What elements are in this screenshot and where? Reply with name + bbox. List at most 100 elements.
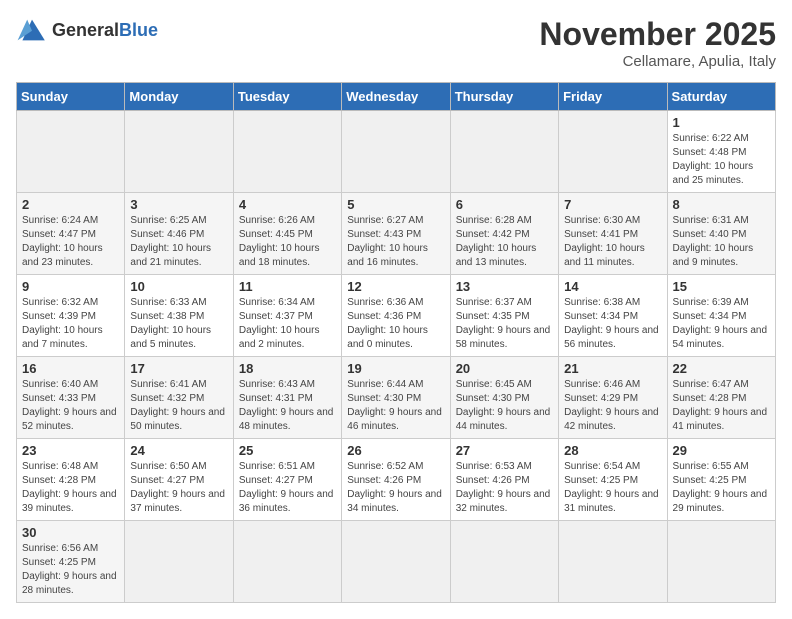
calendar-day-cell: 10 Sunrise: 6:33 AM Sunset: 4:38 PM Dayli… [125, 275, 233, 357]
calendar-day-cell: 29 Sunrise: 6:55 AM Sunset: 4:25 PM Dayli… [667, 439, 775, 521]
logo-text: GeneralBlue [52, 20, 158, 41]
calendar-day-cell [559, 111, 667, 193]
generalblue-logo-icon [16, 16, 48, 44]
day-number: 1 [673, 115, 770, 130]
day-info: Sunrise: 6:45 AM Sunset: 4:30 PM Dayligh… [456, 378, 553, 434]
calendar-week-row: 1Sunrise: 6:22 AM Sunset: 4:48 PM Daylig… [17, 111, 776, 193]
day-number: 9 [22, 279, 119, 294]
day-info: Sunrise: 6:51 AM Sunset: 4:27 PM Dayligh… [239, 460, 336, 516]
weekday-header-sunday: Sunday [17, 83, 125, 111]
day-number: 27 [456, 443, 553, 458]
day-info: Sunrise: 6:36 AM Sunset: 4:36 PM Dayligh… [347, 296, 444, 352]
calendar-day-cell: 11 Sunrise: 6:34 AM Sunset: 4:37 PM Dayli… [233, 275, 341, 357]
day-info: Sunrise: 6:28 AM Sunset: 4:42 PM Dayligh… [456, 214, 553, 270]
calendar-day-cell: 9 Sunrise: 6:32 AM Sunset: 4:39 PM Daylig… [17, 275, 125, 357]
calendar-day-cell: 26Sunrise: 6:52 AM Sunset: 4:26 PM Dayli… [342, 439, 450, 521]
weekday-header-saturday: Saturday [667, 83, 775, 111]
day-info: Sunrise: 6:33 AM Sunset: 4:38 PM Dayligh… [130, 296, 227, 352]
calendar-day-cell [233, 521, 341, 603]
calendar-day-cell: 15Sunrise: 6:39 AM Sunset: 4:34 PM Dayli… [667, 275, 775, 357]
calendar-day-cell [450, 521, 558, 603]
day-number: 5 [347, 197, 444, 212]
calendar-day-cell: 23 Sunrise: 6:48 AM Sunset: 4:28 PM Dayli… [17, 439, 125, 521]
calendar-day-cell: 2Sunrise: 6:24 AM Sunset: 4:47 PM Daylig… [17, 193, 125, 275]
weekday-header-wednesday: Wednesday [342, 83, 450, 111]
day-info: Sunrise: 6:25 AM Sunset: 4:46 PM Dayligh… [130, 214, 227, 270]
calendar-day-cell: 18 Sunrise: 6:43 AM Sunset: 4:31 PM Dayli… [233, 357, 341, 439]
calendar-day-cell: 1Sunrise: 6:22 AM Sunset: 4:48 PM Daylig… [667, 111, 775, 193]
calendar-day-cell [125, 111, 233, 193]
day-info: Sunrise: 6:26 AM Sunset: 4:45 PM Dayligh… [239, 214, 336, 270]
calendar-day-cell [667, 521, 775, 603]
month-year-title: November 2025 [539, 16, 776, 53]
calendar-week-row: 23 Sunrise: 6:48 AM Sunset: 4:28 PM Dayli… [17, 439, 776, 521]
day-number: 24 [130, 443, 227, 458]
day-info: Sunrise: 6:52 AM Sunset: 4:26 PM Dayligh… [347, 460, 444, 516]
calendar-day-cell: 16 Sunrise: 6:40 AM Sunset: 4:33 PM Dayli… [17, 357, 125, 439]
day-info: Sunrise: 6:37 AM Sunset: 4:35 PM Dayligh… [456, 296, 553, 352]
day-number: 28 [564, 443, 661, 458]
calendar-day-cell: 5 Sunrise: 6:27 AM Sunset: 4:43 PM Daylig… [342, 193, 450, 275]
calendar-day-cell: 27 Sunrise: 6:53 AM Sunset: 4:26 PM Dayli… [450, 439, 558, 521]
day-number: 16 [22, 361, 119, 376]
calendar-day-cell: 3Sunrise: 6:25 AM Sunset: 4:46 PM Daylig… [125, 193, 233, 275]
day-number: 7 [564, 197, 661, 212]
header-section: GeneralBlue November 2025 Cellamare, Apu… [16, 16, 776, 70]
day-number: 29 [673, 443, 770, 458]
calendar-day-cell: 30Sunrise: 6:56 AM Sunset: 4:25 PM Dayli… [17, 521, 125, 603]
calendar-day-cell: 24 Sunrise: 6:50 AM Sunset: 4:27 PM Dayli… [125, 439, 233, 521]
calendar-week-row: 9 Sunrise: 6:32 AM Sunset: 4:39 PM Daylig… [17, 275, 776, 357]
day-info: Sunrise: 6:24 AM Sunset: 4:47 PM Dayligh… [22, 214, 119, 270]
day-info: Sunrise: 6:48 AM Sunset: 4:28 PM Dayligh… [22, 460, 119, 516]
calendar-week-row: 16 Sunrise: 6:40 AM Sunset: 4:33 PM Dayli… [17, 357, 776, 439]
calendar-day-cell: 12Sunrise: 6:36 AM Sunset: 4:36 PM Dayli… [342, 275, 450, 357]
day-info: Sunrise: 6:53 AM Sunset: 4:26 PM Dayligh… [456, 460, 553, 516]
day-info: Sunrise: 6:30 AM Sunset: 4:41 PM Dayligh… [564, 214, 661, 270]
day-info: Sunrise: 6:38 AM Sunset: 4:34 PM Dayligh… [564, 296, 661, 352]
weekday-header-friday: Friday [559, 83, 667, 111]
weekday-header-row: SundayMondayTuesdayWednesdayThursdayFrid… [17, 83, 776, 111]
weekday-header-thursday: Thursday [450, 83, 558, 111]
day-info: Sunrise: 6:41 AM Sunset: 4:32 PM Dayligh… [130, 378, 227, 434]
calendar-week-row: 2Sunrise: 6:24 AM Sunset: 4:47 PM Daylig… [17, 193, 776, 275]
day-number: 22 [673, 361, 770, 376]
weekday-header-tuesday: Tuesday [233, 83, 341, 111]
calendar-day-cell: 8Sunrise: 6:31 AM Sunset: 4:40 PM Daylig… [667, 193, 775, 275]
day-number: 17 [130, 361, 227, 376]
day-number: 19 [347, 361, 444, 376]
day-info: Sunrise: 6:31 AM Sunset: 4:40 PM Dayligh… [673, 214, 770, 270]
day-number: 20 [456, 361, 553, 376]
calendar-day-cell [17, 111, 125, 193]
day-info: Sunrise: 6:32 AM Sunset: 4:39 PM Dayligh… [22, 296, 119, 352]
day-info: Sunrise: 6:39 AM Sunset: 4:34 PM Dayligh… [673, 296, 770, 352]
logo-area: GeneralBlue [16, 16, 158, 44]
day-number: 18 [239, 361, 336, 376]
day-info: Sunrise: 6:50 AM Sunset: 4:27 PM Dayligh… [130, 460, 227, 516]
day-info: Sunrise: 6:54 AM Sunset: 4:25 PM Dayligh… [564, 460, 661, 516]
day-number: 14 [564, 279, 661, 294]
calendar-day-cell [342, 111, 450, 193]
day-number: 23 [22, 443, 119, 458]
day-info: Sunrise: 6:34 AM Sunset: 4:37 PM Dayligh… [239, 296, 336, 352]
calendar-day-cell [233, 111, 341, 193]
weekday-header-monday: Monday [125, 83, 233, 111]
day-number: 21 [564, 361, 661, 376]
calendar-day-cell: 4Sunrise: 6:26 AM Sunset: 4:45 PM Daylig… [233, 193, 341, 275]
day-number: 13 [456, 279, 553, 294]
calendar-day-cell: 19Sunrise: 6:44 AM Sunset: 4:30 PM Dayli… [342, 357, 450, 439]
day-number: 11 [239, 279, 336, 294]
calendar-day-cell: 7 Sunrise: 6:30 AM Sunset: 4:41 PM Daylig… [559, 193, 667, 275]
calendar-day-cell: 21Sunrise: 6:46 AM Sunset: 4:29 PM Dayli… [559, 357, 667, 439]
day-number: 6 [456, 197, 553, 212]
day-info: Sunrise: 6:43 AM Sunset: 4:31 PM Dayligh… [239, 378, 336, 434]
day-info: Sunrise: 6:55 AM Sunset: 4:25 PM Dayligh… [673, 460, 770, 516]
location-subtitle: Cellamare, Apulia, Italy [539, 53, 776, 70]
calendar-day-cell: 6 Sunrise: 6:28 AM Sunset: 4:42 PM Daylig… [450, 193, 558, 275]
calendar-day-cell [450, 111, 558, 193]
day-info: Sunrise: 6:27 AM Sunset: 4:43 PM Dayligh… [347, 214, 444, 270]
day-info: Sunrise: 6:40 AM Sunset: 4:33 PM Dayligh… [22, 378, 119, 434]
calendar-table: SundayMondayTuesdayWednesdayThursdayFrid… [16, 82, 776, 603]
day-info: Sunrise: 6:56 AM Sunset: 4:25 PM Dayligh… [22, 542, 119, 598]
calendar-day-cell: 22Sunrise: 6:47 AM Sunset: 4:28 PM Dayli… [667, 357, 775, 439]
day-number: 10 [130, 279, 227, 294]
